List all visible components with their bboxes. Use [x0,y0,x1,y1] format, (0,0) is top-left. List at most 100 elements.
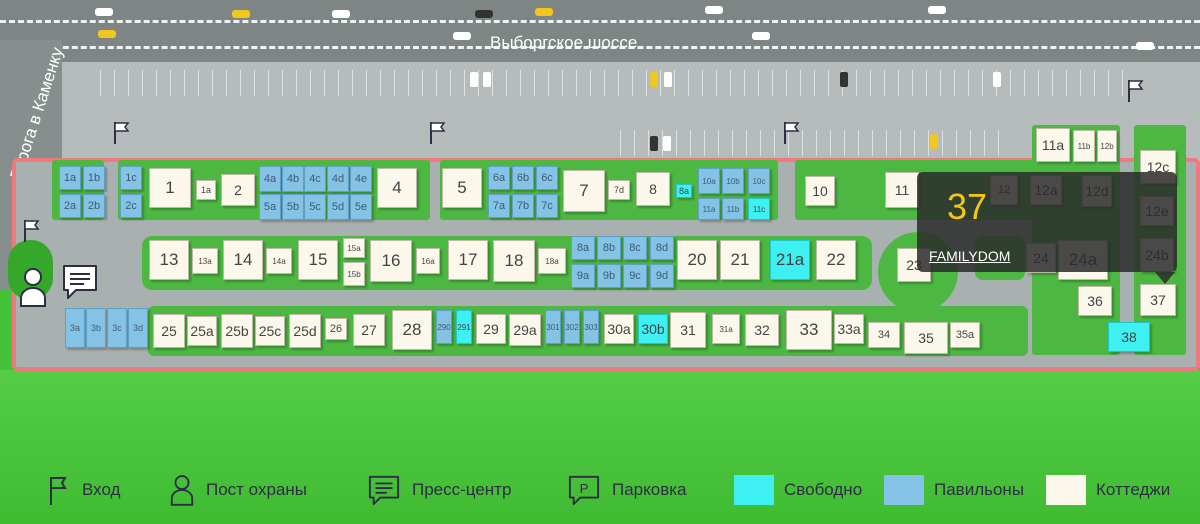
plot-291-free[interactable]: 291 [456,310,472,344]
plot-38-free[interactable]: 38 [1108,322,1150,352]
plot-25d-cottage[interactable]: 25d [289,314,321,348]
plot-29a-cottage[interactable]: 29a [509,314,541,346]
tooltip-company-link[interactable]: FAMILYDOM [929,248,1010,264]
plot-1c-pavilion[interactable]: 1c [120,166,142,190]
plot-13-cottage[interactable]: 13 [149,240,189,280]
plot-25b-cottage[interactable]: 25b [221,314,253,348]
plot-9b-pavilion[interactable]: 9b [597,264,621,288]
plot-3d-pavilion[interactable]: 3d [128,308,148,348]
plot-32-cottage[interactable]: 32 [745,314,779,346]
plot-5b-pavilion[interactable]: 5b [282,194,304,220]
plot-21a-free[interactable]: 21a [770,240,810,280]
plot-4-cottage[interactable]: 4 [377,168,417,208]
plot-18a-cottage[interactable]: 18a [538,248,566,274]
plot-3b-pavilion[interactable]: 3b [86,308,106,348]
plot-8d-pavilion[interactable]: 8d [650,236,674,260]
plot-7c-pavilion[interactable]: 7c [536,194,558,218]
plot-30a-cottage[interactable]: 30a [604,314,634,344]
plot-1-cottage[interactable]: 1 [149,168,191,208]
plot-27-cottage[interactable]: 27 [353,314,385,346]
plot-1a-pavilion[interactable]: 1a [59,166,81,190]
plot-4b-pavilion[interactable]: 4b [282,166,304,192]
plot-11b-pavilion[interactable]: 11b [722,198,744,220]
plot-1b-pavilion[interactable]: 1b [83,166,105,190]
plot-21-cottage[interactable]: 21 [720,240,760,280]
plot-14a-cottage[interactable]: 14a [266,248,292,274]
plot-5e-pavilion[interactable]: 5e [350,194,372,220]
plot-25c-cottage[interactable]: 25c [255,316,285,346]
plot-11-cottage[interactable]: 11 [885,172,919,208]
plot-30b-free[interactable]: 30b [638,314,668,344]
plot-10b-pavilion[interactable]: 10b [722,168,744,194]
plot-13a-cottage[interactable]: 13a [192,248,218,274]
plot-25-cottage[interactable]: 25 [153,314,185,348]
plot-5d-pavilion[interactable]: 5d [327,194,349,220]
plot-8c-pavilion[interactable]: 8c [623,236,647,260]
plot-33-cottage[interactable]: 33 [786,310,832,350]
plot-31-cottage[interactable]: 31 [670,312,706,348]
plot-8a-free[interactable]: 8a [676,184,692,198]
plot-3c-pavilion[interactable]: 3c [107,308,127,348]
plot-2-cottage[interactable]: 2 [221,174,255,206]
plot-8a-pavilion[interactable]: 8a [571,236,595,260]
plot-28-cottage[interactable]: 28 [392,310,432,350]
plot-15-cottage[interactable]: 15 [298,240,338,280]
plot-2a-pavilion[interactable]: 2a [59,194,81,218]
plot-11a-cottage[interactable]: 11a [1036,128,1070,162]
plot-35-cottage[interactable]: 35 [904,322,948,354]
plot-8-cottage[interactable]: 8 [636,172,670,206]
plot-9c-pavilion[interactable]: 9c [623,264,647,288]
plot-301-pavilion[interactable]: 301 [545,310,561,344]
plot-2b-pavilion[interactable]: 2b [83,194,105,218]
plot-7b-pavilion[interactable]: 7b [512,194,534,218]
plot-25a-cottage[interactable]: 25a [187,316,217,346]
plot-31a-cottage[interactable]: 31a [712,314,740,344]
plot-34-cottage[interactable]: 34 [868,322,900,348]
plot-15b-cottage[interactable]: 15b [343,262,365,286]
plot-1a-cottage[interactable]: 1a [196,180,216,200]
plot-16a-cottage[interactable]: 16a [416,248,440,274]
plot-5a-pavilion[interactable]: 5a [259,194,281,220]
plot-10-cottage[interactable]: 10 [805,176,835,206]
plot-11b-cottage[interactable]: 11b [1073,130,1095,162]
plot-6b-pavilion[interactable]: 6b [512,166,534,190]
plot-33a-cottage[interactable]: 33a [834,314,864,344]
plot-7-cottage[interactable]: 7 [563,170,605,212]
plot-22-cottage[interactable]: 22 [816,240,856,280]
plot-16-cottage[interactable]: 16 [370,240,412,282]
plot-4d-pavilion[interactable]: 4d [327,166,349,192]
plot-35a-cottage[interactable]: 35a [950,322,980,348]
plot-26-cottage[interactable]: 26 [325,318,347,340]
plot-14-cottage[interactable]: 14 [223,240,263,280]
plot-10c-pavilion[interactable]: 10c [748,168,770,194]
plot-36-cottage[interactable]: 36 [1078,286,1112,316]
plot-10a-pavilion[interactable]: 10a [698,168,720,194]
plot-12b-cottage[interactable]: 12b [1097,130,1117,162]
plot-302-pavilion[interactable]: 302 [564,310,580,344]
plot-5c-pavilion[interactable]: 5c [304,194,326,220]
plot-29-cottage[interactable]: 29 [476,314,506,344]
plot-7d-cottage[interactable]: 7d [608,180,630,200]
plot-9d-pavilion[interactable]: 9d [650,264,674,288]
plot-290-pavilion[interactable]: 290 [436,310,452,344]
plot-9a-pavilion[interactable]: 9a [571,264,595,288]
plot-8b-pavilion[interactable]: 8b [597,236,621,260]
plot-5-cottage[interactable]: 5 [442,168,482,208]
plot-11c-free[interactable]: 11c [748,198,770,220]
plot-4c-pavilion[interactable]: 4c [304,166,326,192]
plot-6c-pavilion[interactable]: 6c [536,166,558,190]
plot-37-cottage[interactable]: 37 [1140,284,1176,316]
plot-11a-pavilion[interactable]: 11a [698,198,720,220]
plot-3a-pavilion[interactable]: 3a [65,308,85,348]
plot-303-pavilion[interactable]: 303 [583,310,599,344]
plot-20-cottage[interactable]: 20 [677,240,717,280]
plot-4e-pavilion[interactable]: 4e [350,166,372,192]
plot-15a-cottage[interactable]: 15a [343,238,365,258]
plot-18-cottage[interactable]: 18 [493,240,535,282]
legend: Вход Пост охраны Пресс-центр P Парковка … [0,470,1200,510]
plot-7a-pavilion[interactable]: 7a [488,194,510,218]
plot-4a-pavilion[interactable]: 4a [259,166,281,192]
plot-2c-pavilion[interactable]: 2c [120,194,142,218]
plot-6a-pavilion[interactable]: 6a [488,166,510,190]
plot-17-cottage[interactable]: 17 [448,240,488,280]
